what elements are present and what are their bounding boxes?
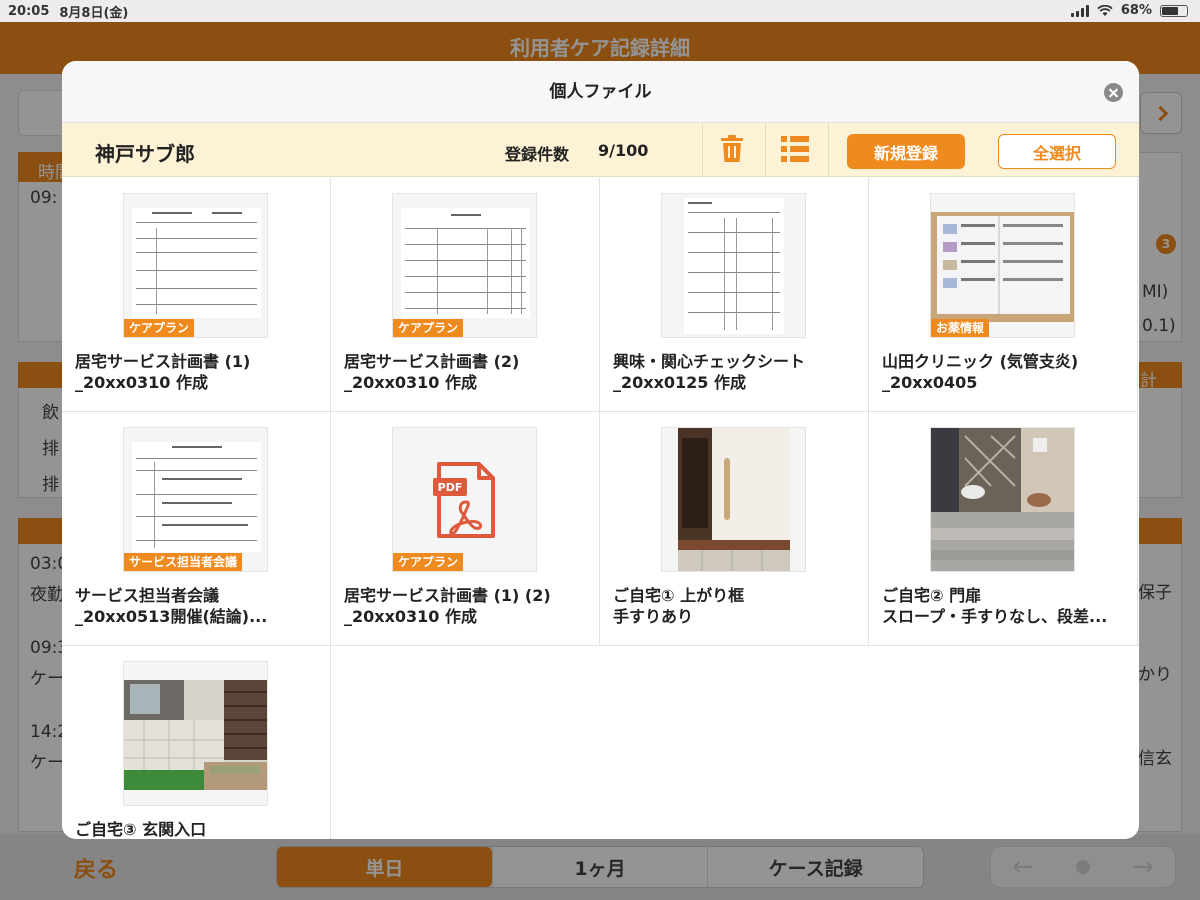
file-title: 興味・関心チェックシート — [613, 352, 806, 371]
pdf-icon: PDF — [433, 462, 495, 538]
status-date: 8月8日(金) — [59, 5, 129, 21]
toolbar-divider — [828, 123, 829, 177]
count-label: 登録件数 — [505, 145, 570, 164]
battery-icon — [1160, 4, 1188, 17]
file-title: 居宅サービス計画書 (1) (2) — [344, 586, 551, 605]
file-title: ご自宅① 上がり框 — [613, 586, 745, 605]
select-all-button[interactable]: 全選択 — [998, 134, 1116, 169]
wifi-icon — [1097, 4, 1113, 16]
gate-photo — [931, 428, 1074, 571]
file-card[interactable]: ケアプラン 居宅サービス計画書 (2) _20xx0310 作成 — [331, 178, 600, 412]
signal-icon — [1070, 4, 1089, 17]
file-card[interactable]: お薬情報 山田クリニック (気管支炎) _20xx0405 — [869, 178, 1138, 412]
modal-header: 個人ファイル — [62, 61, 1139, 123]
document-thumbnail: ケアプラン — [392, 193, 537, 338]
photo-thumbnail — [123, 661, 268, 806]
file-title: ご自宅③ 玄関入口 — [75, 820, 207, 839]
document-thumbnail: ケアプラン — [123, 193, 268, 338]
file-title: 山田クリニック (気管支炎) — [882, 352, 1079, 371]
pdf-label: PDF — [438, 481, 463, 494]
file-subtitle: _20xx0310 作成 — [344, 607, 478, 626]
count-value: 9/100 — [598, 141, 649, 160]
personal-files-modal: 個人ファイル 神戸サブ郎 登録件数 9/100 新規登録 全選択 ケアプラン 居… — [62, 61, 1139, 839]
document-thumbnail — [661, 193, 806, 338]
file-subtitle: 手すりあり — [613, 607, 694, 626]
status-right: 68% — [1070, 3, 1188, 18]
list-view-icon[interactable] — [780, 136, 810, 164]
entrance-step-photo — [678, 428, 790, 571]
photo-thumbnail — [930, 427, 1075, 572]
file-tag: サービス担当者会議 — [124, 553, 243, 571]
trash-icon[interactable] — [717, 135, 747, 165]
new-registration-button[interactable]: 新規登録 — [847, 134, 965, 169]
file-card[interactable]: ケアプラン 居宅サービス計画書 (1) _20xx0310 作成 — [62, 178, 331, 412]
medicine-info-photo — [931, 212, 1074, 322]
modal-title: 個人ファイル — [549, 82, 652, 102]
status-bar: 20:05 8月8日(金) 68% — [0, 0, 1200, 22]
file-card[interactable]: ご自宅② 門扉スロープ・手すりなし、段差... — [869, 412, 1138, 646]
file-tag: ケアプラン — [393, 319, 464, 337]
file-subtitle: _20xx0310 作成 — [344, 373, 478, 392]
pdf-thumbnail: PDF ケアプラン — [392, 427, 537, 572]
photo-thumbnail: お薬情報 — [930, 193, 1075, 338]
toolbar-divider — [765, 123, 766, 177]
file-subtitle: _20xx0310 作成 — [75, 373, 209, 392]
file-tag: お薬情報 — [931, 319, 990, 337]
toolbar-divider — [702, 123, 703, 177]
file-card[interactable]: 興味・関心チェックシート _20xx0125 作成 — [600, 178, 869, 412]
file-toolbar: 神戸サブ郎 登録件数 9/100 新規登録 全選択 — [62, 123, 1139, 177]
file-subtitle: スロープ・手すりなし、段差... — [882, 607, 1108, 626]
file-card[interactable]: PDF ケアプラン 居宅サービス計画書 (1) (2) _20xx0310 作成 — [331, 412, 600, 646]
battery-percent: 68% — [1120, 3, 1152, 18]
file-card[interactable]: ご自宅① 上がり框 手すりあり — [600, 412, 869, 646]
file-title: サービス担当者会議 — [75, 586, 220, 605]
file-tag: ケアプラン — [393, 553, 464, 571]
file-subtitle: _20xx0405 — [882, 373, 978, 392]
file-subtitle: _20xx0513開催(結論)... — [75, 607, 268, 626]
file-tag: ケアプラン — [124, 319, 195, 337]
file-grid: ケアプラン 居宅サービス計画書 (1) _20xx0310 作成 ケアプラン 居宅… — [62, 178, 1139, 839]
file-title: 居宅サービス計画書 (1) — [75, 352, 251, 371]
document-thumbnail: サービス担当者会議 — [123, 427, 268, 572]
user-name: 神戸サブ郎 — [95, 142, 195, 166]
file-title: 居宅サービス計画書 (2) — [344, 352, 520, 371]
file-subtitle: _20xx0125 作成 — [613, 373, 747, 392]
close-icon[interactable] — [1104, 83, 1123, 102]
status-time: 20:05 — [8, 3, 50, 19]
entrance-photo — [124, 680, 267, 790]
photo-thumbnail — [661, 427, 806, 572]
file-card[interactable]: サービス担当者会議 サービス担当者会議 _20xx0513開催(結論)... — [62, 412, 331, 646]
file-title: ご自宅② 門扉 — [882, 586, 982, 605]
file-card[interactable]: ご自宅③ 玄関入口 — [62, 646, 331, 839]
